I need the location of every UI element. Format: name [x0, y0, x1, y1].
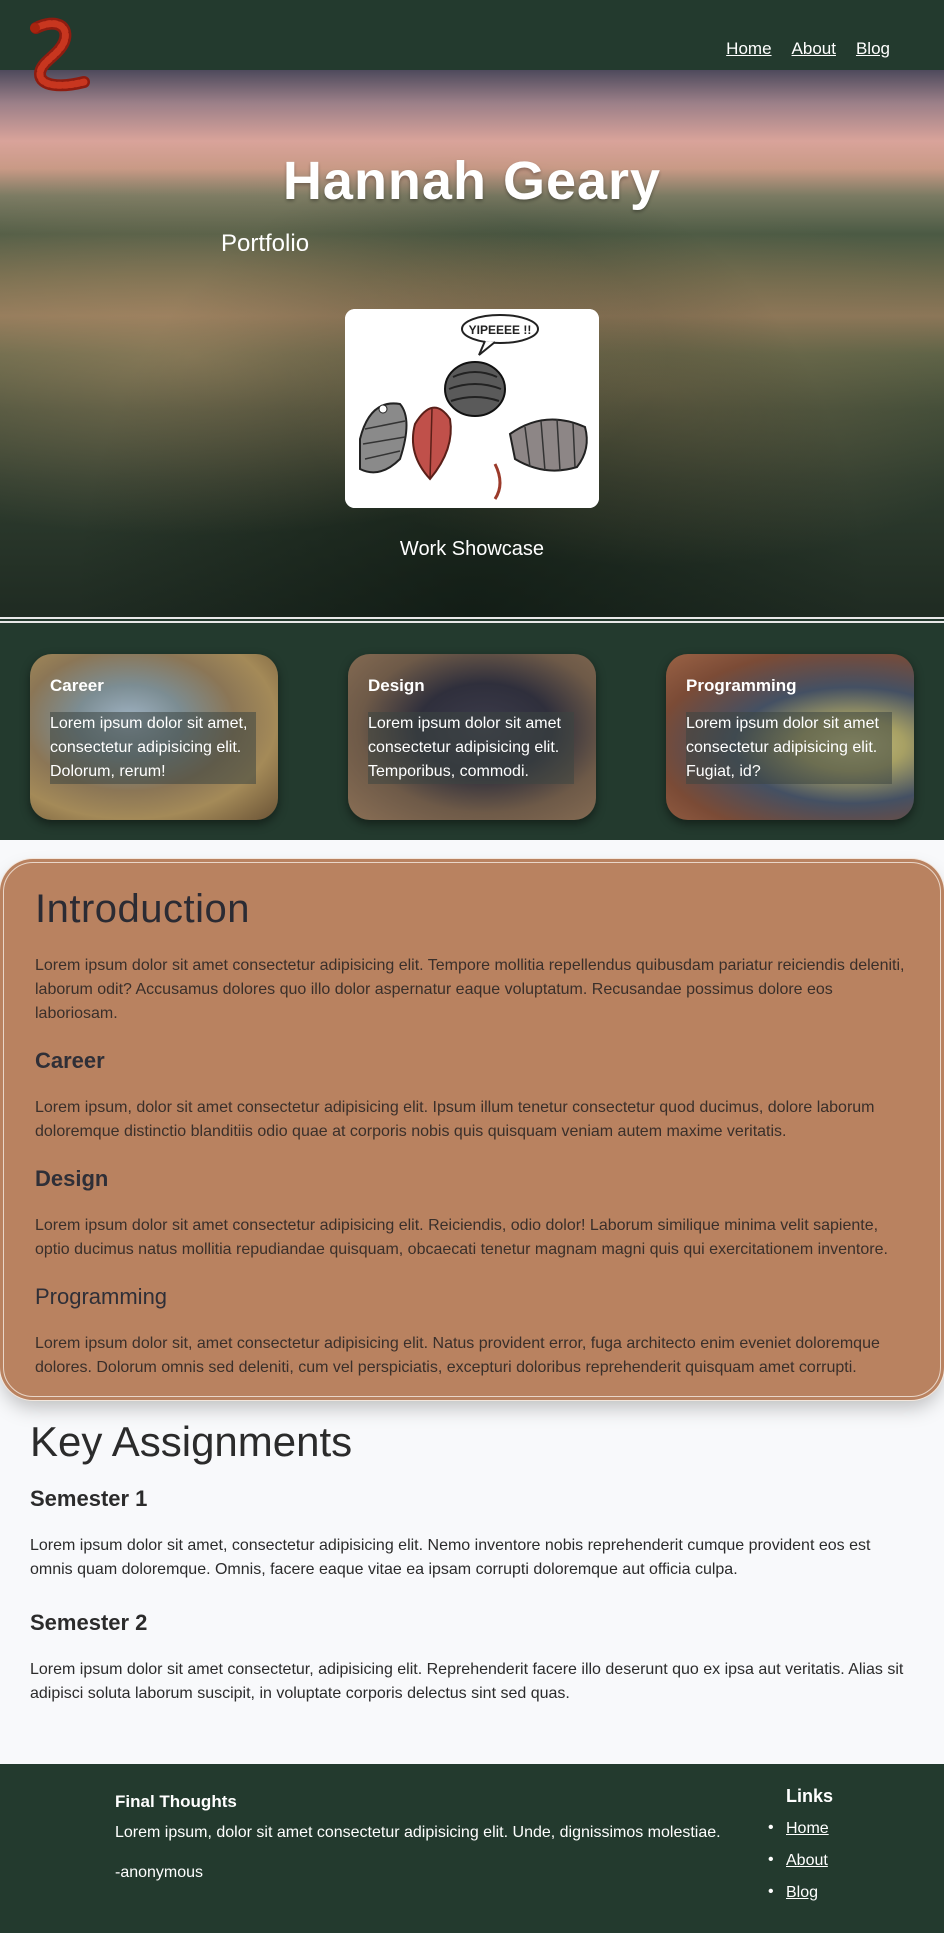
footer-links-list: Home About Blog [768, 1819, 829, 1916]
nav-links: Home About Blog [726, 39, 890, 59]
category-strip: Career Lorem ipsum dolor sit amet, conse… [0, 623, 944, 840]
design-heading: Design [35, 1166, 109, 1191]
category-card-career[interactable]: Career Lorem ipsum dolor sit amet, conse… [30, 654, 278, 820]
hero-cartoon-image: YIPEEEE !! [345, 309, 599, 508]
category-card-programming[interactable]: Programming Lorem ipsum dolor sit amet c… [666, 654, 914, 820]
footer-signature: -anonymous [115, 1864, 204, 1881]
programming-text: Lorem ipsum dolor sit, amet consectetur … [35, 1335, 880, 1376]
millipede-logo-icon[interactable] [26, 16, 92, 96]
category-text: Lorem ipsum dolor sit amet consectetur a… [686, 712, 892, 784]
semester-1-heading: Semester 1 [30, 1486, 148, 1511]
key-assignments-section: Key Assignments Semester 1 Lorem ipsum d… [30, 1418, 910, 1734]
page: Home About Blog Hannah Geary Portfolio Y… [0, 0, 944, 1933]
category-text: Lorem ipsum dolor sit amet consectetur a… [368, 712, 574, 784]
footer-link-item: Blog [768, 1883, 829, 1902]
hero-subtitle: Portfolio [221, 230, 310, 257]
category-title: Career [50, 676, 104, 695]
career-text: Lorem ipsum, dolor sit amet consectetur … [35, 1099, 875, 1140]
footer-title: Final Thoughts [115, 1792, 237, 1811]
semester-1-text: Lorem ipsum dolor sit amet, consectetur … [30, 1537, 871, 1578]
career-heading: Career [35, 1048, 105, 1073]
hero-title: Hannah Geary [282, 151, 662, 211]
hero-section: Hannah Geary Portfolio YIPEEEE !! Work S… [0, 70, 944, 617]
introduction-heading: Introduction [35, 887, 251, 931]
footer-link-about[interactable]: About [786, 1852, 828, 1869]
nav-link-about[interactable]: About [792, 39, 836, 59]
semester-2-heading: Semester 2 [30, 1610, 148, 1635]
design-text: Lorem ipsum dolor sit amet consectetur a… [35, 1217, 888, 1258]
footer-links-title: Links [786, 1786, 834, 1806]
top-navbar: Home About Blog [0, 0, 944, 70]
introduction-text: Lorem ipsum dolor sit amet consectetur a… [35, 957, 905, 1022]
hero-caption: Work Showcase [399, 538, 545, 560]
footer-link-item: About [768, 1851, 829, 1870]
semester-2-text: Lorem ipsum dolor sit amet consectetur, … [30, 1661, 904, 1702]
footer-link-item: Home [768, 1819, 829, 1838]
key-assignments-heading: Key Assignments [30, 1418, 353, 1465]
nav-link-home[interactable]: Home [726, 39, 771, 59]
introduction-panel: Introduction Lorem ipsum dolor sit amet … [3, 862, 941, 1397]
category-title: Design [368, 676, 425, 695]
category-title: Programming [686, 676, 797, 695]
footer-text: Lorem ipsum, dolor sit amet consectetur … [115, 1824, 721, 1841]
nav-link-blog[interactable]: Blog [856, 39, 890, 59]
footer: Final Thoughts Lorem ipsum, dolor sit am… [0, 1764, 944, 1933]
footer-link-home[interactable]: Home [786, 1820, 829, 1837]
cartoon-speech-text: YIPEEEE !! [469, 323, 532, 337]
category-card-design[interactable]: Design Lorem ipsum dolor sit amet consec… [348, 654, 596, 820]
footer-link-blog[interactable]: Blog [786, 1884, 818, 1901]
category-text: Lorem ipsum dolor sit amet, consectetur … [50, 712, 256, 784]
programming-heading: Programming [35, 1284, 168, 1309]
